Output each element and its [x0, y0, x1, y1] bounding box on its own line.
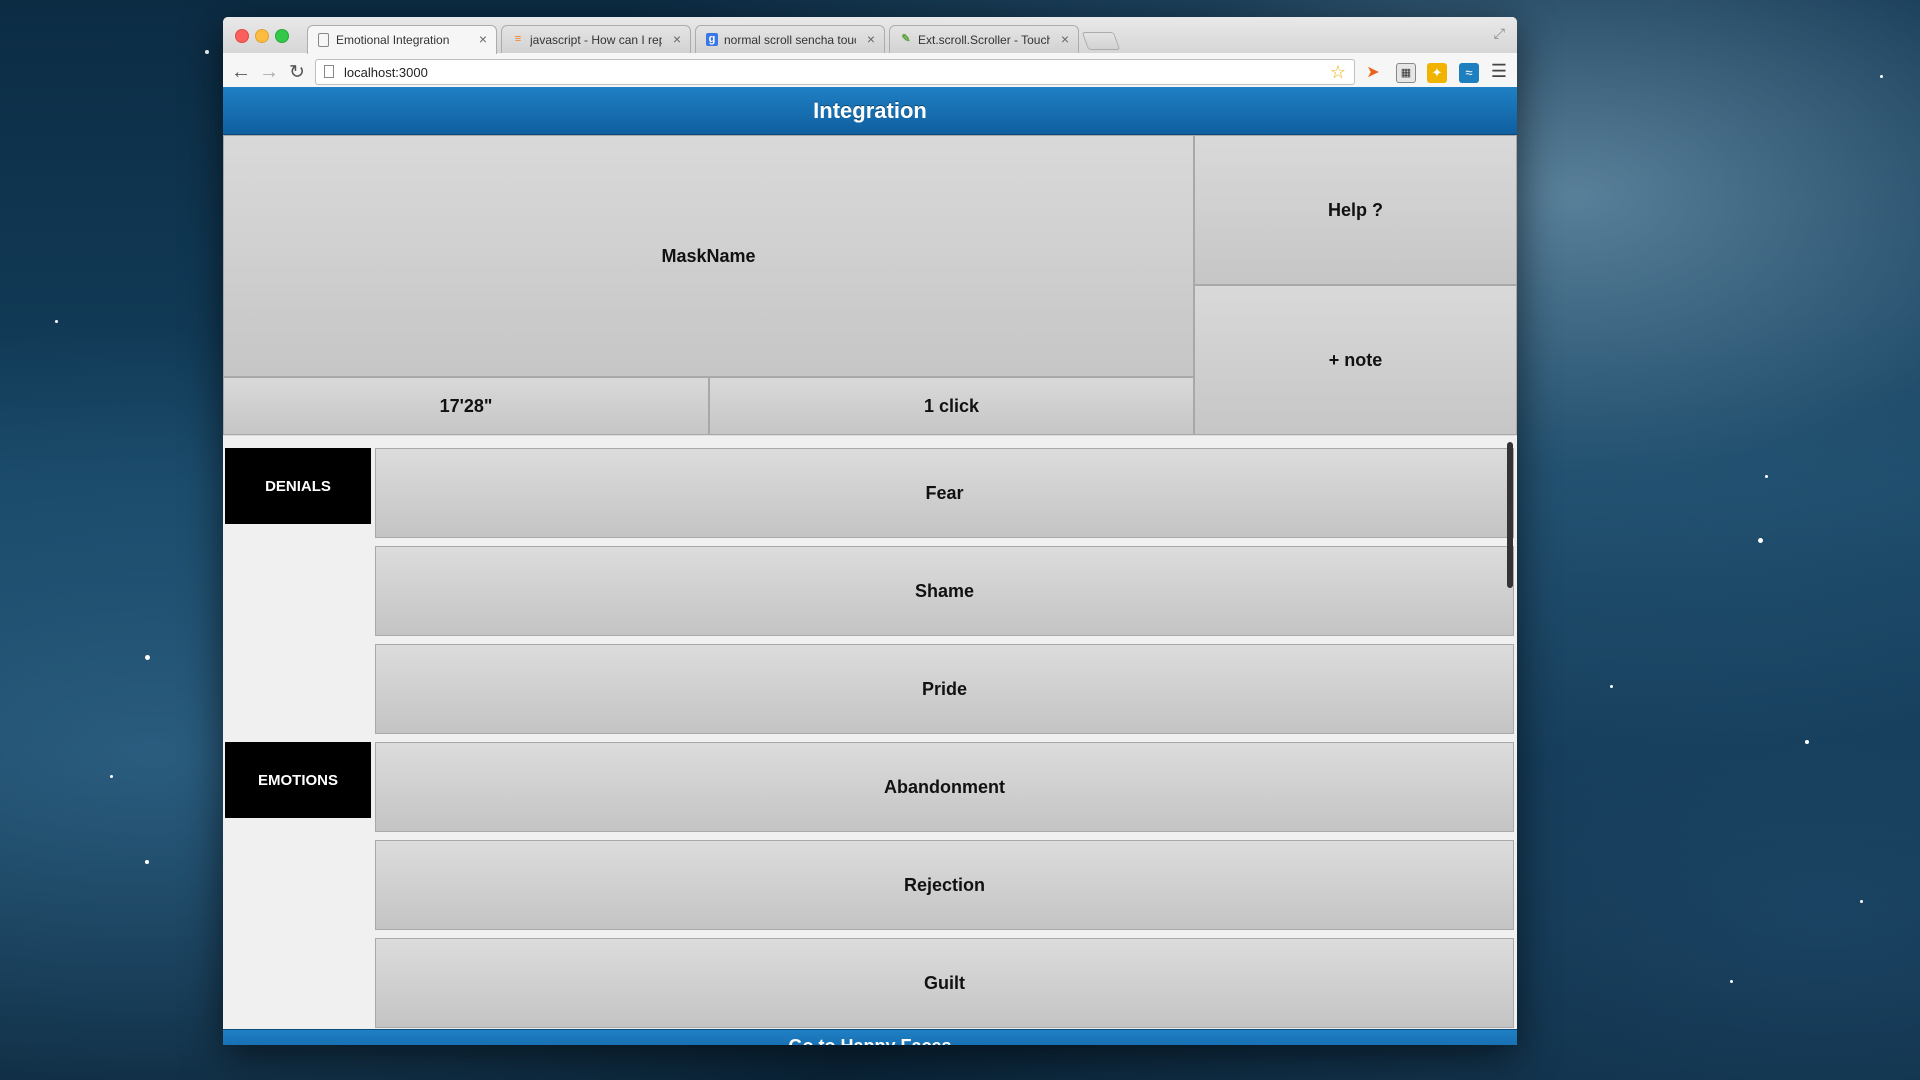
close-tab-icon[interactable]: ×: [867, 31, 875, 47]
sencha-icon: ✎: [901, 33, 911, 45]
add-note-button[interactable]: + note: [1194, 285, 1517, 435]
back-icon[interactable]: ←: [229, 61, 253, 84]
menu-icon[interactable]: ☰: [1491, 61, 1507, 82]
shame-button[interactable]: Shame: [375, 546, 1514, 636]
section-label-denials: DENIALS: [225, 448, 371, 524]
close-window-button[interactable]: [235, 29, 249, 43]
tab-title: Ext.scroll.Scroller - Touch: [918, 33, 1050, 47]
close-tab-icon[interactable]: ×: [479, 31, 487, 47]
tab-title: javascript - How can I repl: [530, 33, 662, 47]
rejection-button[interactable]: Rejection: [375, 840, 1514, 930]
browser-window: Emotional Integration × ≡ javascript - H…: [223, 17, 1517, 1045]
list-scrollbar[interactable]: [1507, 442, 1513, 588]
fear-button[interactable]: Fear: [375, 448, 1514, 538]
tab-title: normal scroll sencha touch: [724, 33, 856, 47]
extension-arrow-icon[interactable]: ➤: [1363, 63, 1383, 83]
extension-bulb-icon[interactable]: ✦: [1427, 63, 1447, 83]
tab-title: Emotional Integration: [336, 33, 450, 47]
extension-grid-icon[interactable]: ▦: [1396, 63, 1416, 83]
forward-icon[interactable]: →: [257, 61, 281, 84]
tab-sencha-docs[interactable]: ✎ Ext.scroll.Scroller - Touch ×: [889, 25, 1079, 53]
close-tab-icon[interactable]: ×: [1061, 31, 1069, 47]
tab-emotional-integration[interactable]: Emotional Integration ×: [307, 25, 497, 54]
tab-google-search[interactable]: g normal scroll sencha touch ×: [695, 25, 885, 53]
emotion-list[interactable]: DENIALS Fear Shame Pride EMOTIONS Abando…: [223, 435, 1517, 1030]
abandonment-button[interactable]: Abandonment: [375, 742, 1514, 832]
minimize-window-button[interactable]: [255, 29, 269, 43]
page-icon: [324, 65, 334, 78]
extension-chart-icon[interactable]: ≈: [1459, 63, 1479, 83]
click-counter: 1 click: [709, 377, 1194, 435]
reload-icon[interactable]: ↻: [285, 61, 309, 84]
tab-javascript[interactable]: ≡ javascript - How can I repl ×: [501, 25, 691, 53]
fullscreen-icon[interactable]: ⤢: [1494, 25, 1505, 42]
app-title-bar: Integration: [223, 87, 1517, 135]
section-label-emotions: EMOTIONS: [225, 742, 371, 818]
go-to-happy-faces-button[interactable]: Go to Happy Faces: [223, 1029, 1517, 1045]
bookmark-star-icon[interactable]: ☆: [1330, 62, 1346, 83]
guilt-button[interactable]: Guilt: [375, 938, 1514, 1028]
help-button[interactable]: Help ?: [1194, 135, 1517, 285]
tab-strip: Emotional Integration × ≡ javascript - H…: [223, 17, 1517, 54]
url-text: localhost:3000: [344, 65, 428, 80]
google-icon: g: [706, 33, 718, 46]
page-icon: [318, 33, 329, 47]
new-tab-button[interactable]: [1081, 32, 1121, 50]
mask-name-button[interactable]: MaskName: [223, 135, 1194, 377]
stackoverflow-icon: ≡: [514, 33, 522, 45]
address-bar[interactable]: localhost:3000 ☆: [315, 59, 1355, 85]
timer-display: 17'28": [223, 377, 709, 435]
close-tab-icon[interactable]: ×: [673, 31, 681, 47]
zoom-window-button[interactable]: [275, 29, 289, 43]
pride-button[interactable]: Pride: [375, 644, 1514, 734]
